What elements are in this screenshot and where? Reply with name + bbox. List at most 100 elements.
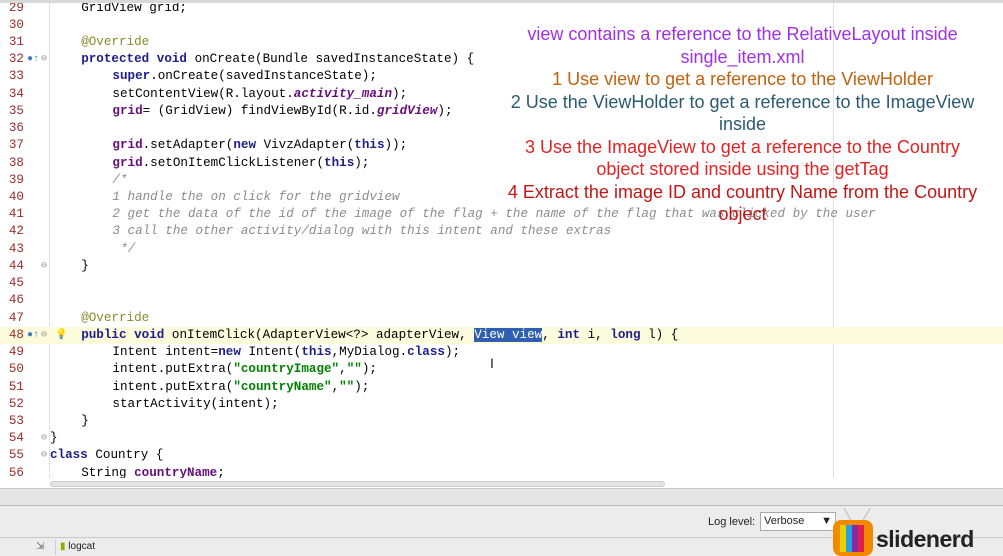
annotation-note: view contains a reference to the Relativ… (527, 24, 958, 67)
code-token: this (324, 155, 355, 170)
code-text: @Override (81, 310, 149, 327)
code-token: grid (112, 155, 143, 170)
code-token: , (542, 327, 558, 342)
code-token: this (301, 345, 332, 360)
code-token: @Override (81, 310, 150, 325)
lightbulb-icon[interactable]: 💡 (55, 327, 67, 344)
line-number: 47 (8, 310, 24, 325)
code-line[interactable]: 45 (0, 275, 1003, 292)
code-token: long (610, 327, 649, 342)
code-token: public void (81, 327, 172, 342)
android-icon: ▮ (60, 541, 66, 552)
logcat-tab-label: logcat (68, 541, 95, 552)
code-token: )); (384, 138, 408, 153)
code-token: new (233, 138, 264, 153)
fold-icon[interactable]: ⊖ (41, 327, 47, 344)
code-token: ; (217, 465, 225, 478)
override-icon[interactable]: ●↑ (27, 327, 39, 344)
code-text: intent.putExtra("countryName",""); (112, 379, 369, 396)
line-number: 46 (8, 293, 24, 308)
code-token: .setAdapter( (142, 138, 234, 153)
code-token: class (50, 448, 96, 463)
code-token: onItemClick(AdapterView<?> adapterView, (171, 327, 475, 342)
line-number: 33 (8, 69, 24, 84)
code-token: int (557, 327, 588, 342)
code-line[interactable]: 42 3 call the other activity/dialog with … (0, 223, 1003, 240)
code-token: ); (437, 103, 453, 118)
code-line[interactable]: 49 Intent intent=new Intent(this,MyDialog… (0, 344, 1003, 361)
code-token: "" (339, 379, 355, 394)
code-token: super (112, 69, 151, 84)
code-token: new (218, 345, 249, 360)
line-number: 40 (8, 190, 24, 205)
code-token: } (50, 431, 58, 446)
code-text: /* (112, 172, 127, 189)
logcat-tab[interactable]: ▮ logcat (55, 540, 99, 555)
line-number: 38 (8, 155, 24, 170)
log-level-select[interactable]: Verbose ▼ (760, 512, 836, 531)
line-number: 42 (8, 224, 24, 239)
line-number: 35 (8, 103, 24, 118)
log-level-label: Log level: (708, 516, 756, 528)
code-text: 3 call the other activity/dialog with th… (112, 223, 611, 240)
code-line[interactable]: 46 (0, 292, 1003, 309)
line-number: 51 (8, 379, 24, 394)
code-token: .onCreate(savedInstanceState); (150, 69, 377, 84)
code-token: class (407, 345, 445, 360)
code-token: String (81, 465, 135, 478)
code-line[interactable]: 52 startActivity(intent); (0, 396, 1003, 413)
code-token: intent.putExtra( (112, 379, 234, 394)
annotation-note: 1 Use view to get a reference to the Vie… (552, 69, 933, 89)
code-line[interactable]: 51 intent.putExtra("countryName",""); (0, 379, 1003, 396)
code-token: onCreate(Bundle savedInstanceState) { (194, 52, 475, 67)
code-token: gridView (376, 103, 438, 118)
line-number: 52 (8, 396, 24, 411)
horizontal-scrollbar[interactable] (50, 481, 665, 487)
code-line[interactable]: 29 GridView grid; (0, 0, 1003, 17)
code-line[interactable]: 53} (0, 413, 1003, 430)
line-number: 53 (8, 414, 24, 429)
fold-icon[interactable]: ⊖ (41, 51, 47, 68)
override-icon[interactable]: ●↑ (27, 51, 39, 68)
code-token: ); (392, 86, 408, 101)
annotation-note: 2 Use the ViewHolder to get a reference … (510, 91, 975, 135)
code-text: class Country { (50, 447, 163, 464)
code-line[interactable]: 54 ⊖} (0, 430, 1003, 447)
fold-icon[interactable]: ⊖ (41, 447, 47, 464)
code-text: GridView grid; (81, 0, 187, 17)
line-number: 56 (8, 465, 24, 478)
line-number: 32 (8, 52, 24, 67)
line-number: 43 (8, 241, 24, 256)
line-number: 34 (8, 86, 24, 101)
code-text: grid= (GridView) findViewById(R.id.gridV… (112, 103, 452, 120)
fold-icon[interactable]: ⊖ (41, 430, 47, 447)
code-token: GridView grid; (81, 0, 187, 15)
pin-icon[interactable]: ⇲ (36, 541, 44, 552)
code-text: } (50, 430, 58, 447)
line-number: 30 (8, 17, 24, 32)
code-editor[interactable]: 29 GridView grid; 30 31 @Override 32 ●↑ ⊖ protec… (0, 0, 1003, 478)
code-text: protected void onCreate(Bundle savedInst… (81, 51, 474, 68)
code-text: } (81, 413, 89, 430)
code-line[interactable]: 44 ⊖} (0, 258, 1003, 275)
line-number: 50 (8, 362, 24, 377)
code-token: */ (120, 241, 136, 256)
code-token: grid (112, 103, 143, 118)
code-line[interactable]: 43 */ (0, 241, 1003, 258)
code-line[interactable]: 50 intent.putExtra("countryImage",""); (0, 361, 1003, 378)
line-number: 48 (8, 327, 24, 342)
code-text: intent.putExtra("countryImage",""); (112, 361, 377, 378)
code-line[interactable]: 48 ●↑ 💡 ⊖ public void onItemClick(AdapterVie… (0, 326, 1003, 345)
line-number: 49 (8, 345, 24, 360)
code-token: , (331, 379, 340, 394)
code-text: String countryName; (81, 465, 225, 478)
code-line[interactable]: 56 String countryName; (0, 465, 1003, 478)
code-line[interactable]: 47 @Override (0, 310, 1003, 327)
code-token: ); (444, 345, 461, 360)
log-level-value: Verbose (764, 515, 805, 527)
code-token: this (354, 138, 385, 153)
panel-divider[interactable] (0, 488, 1003, 506)
fold-icon[interactable]: ⊖ (41, 258, 47, 275)
code-token: Country { (95, 448, 164, 463)
code-line[interactable]: 55 ⊖ class Country { (0, 447, 1003, 464)
